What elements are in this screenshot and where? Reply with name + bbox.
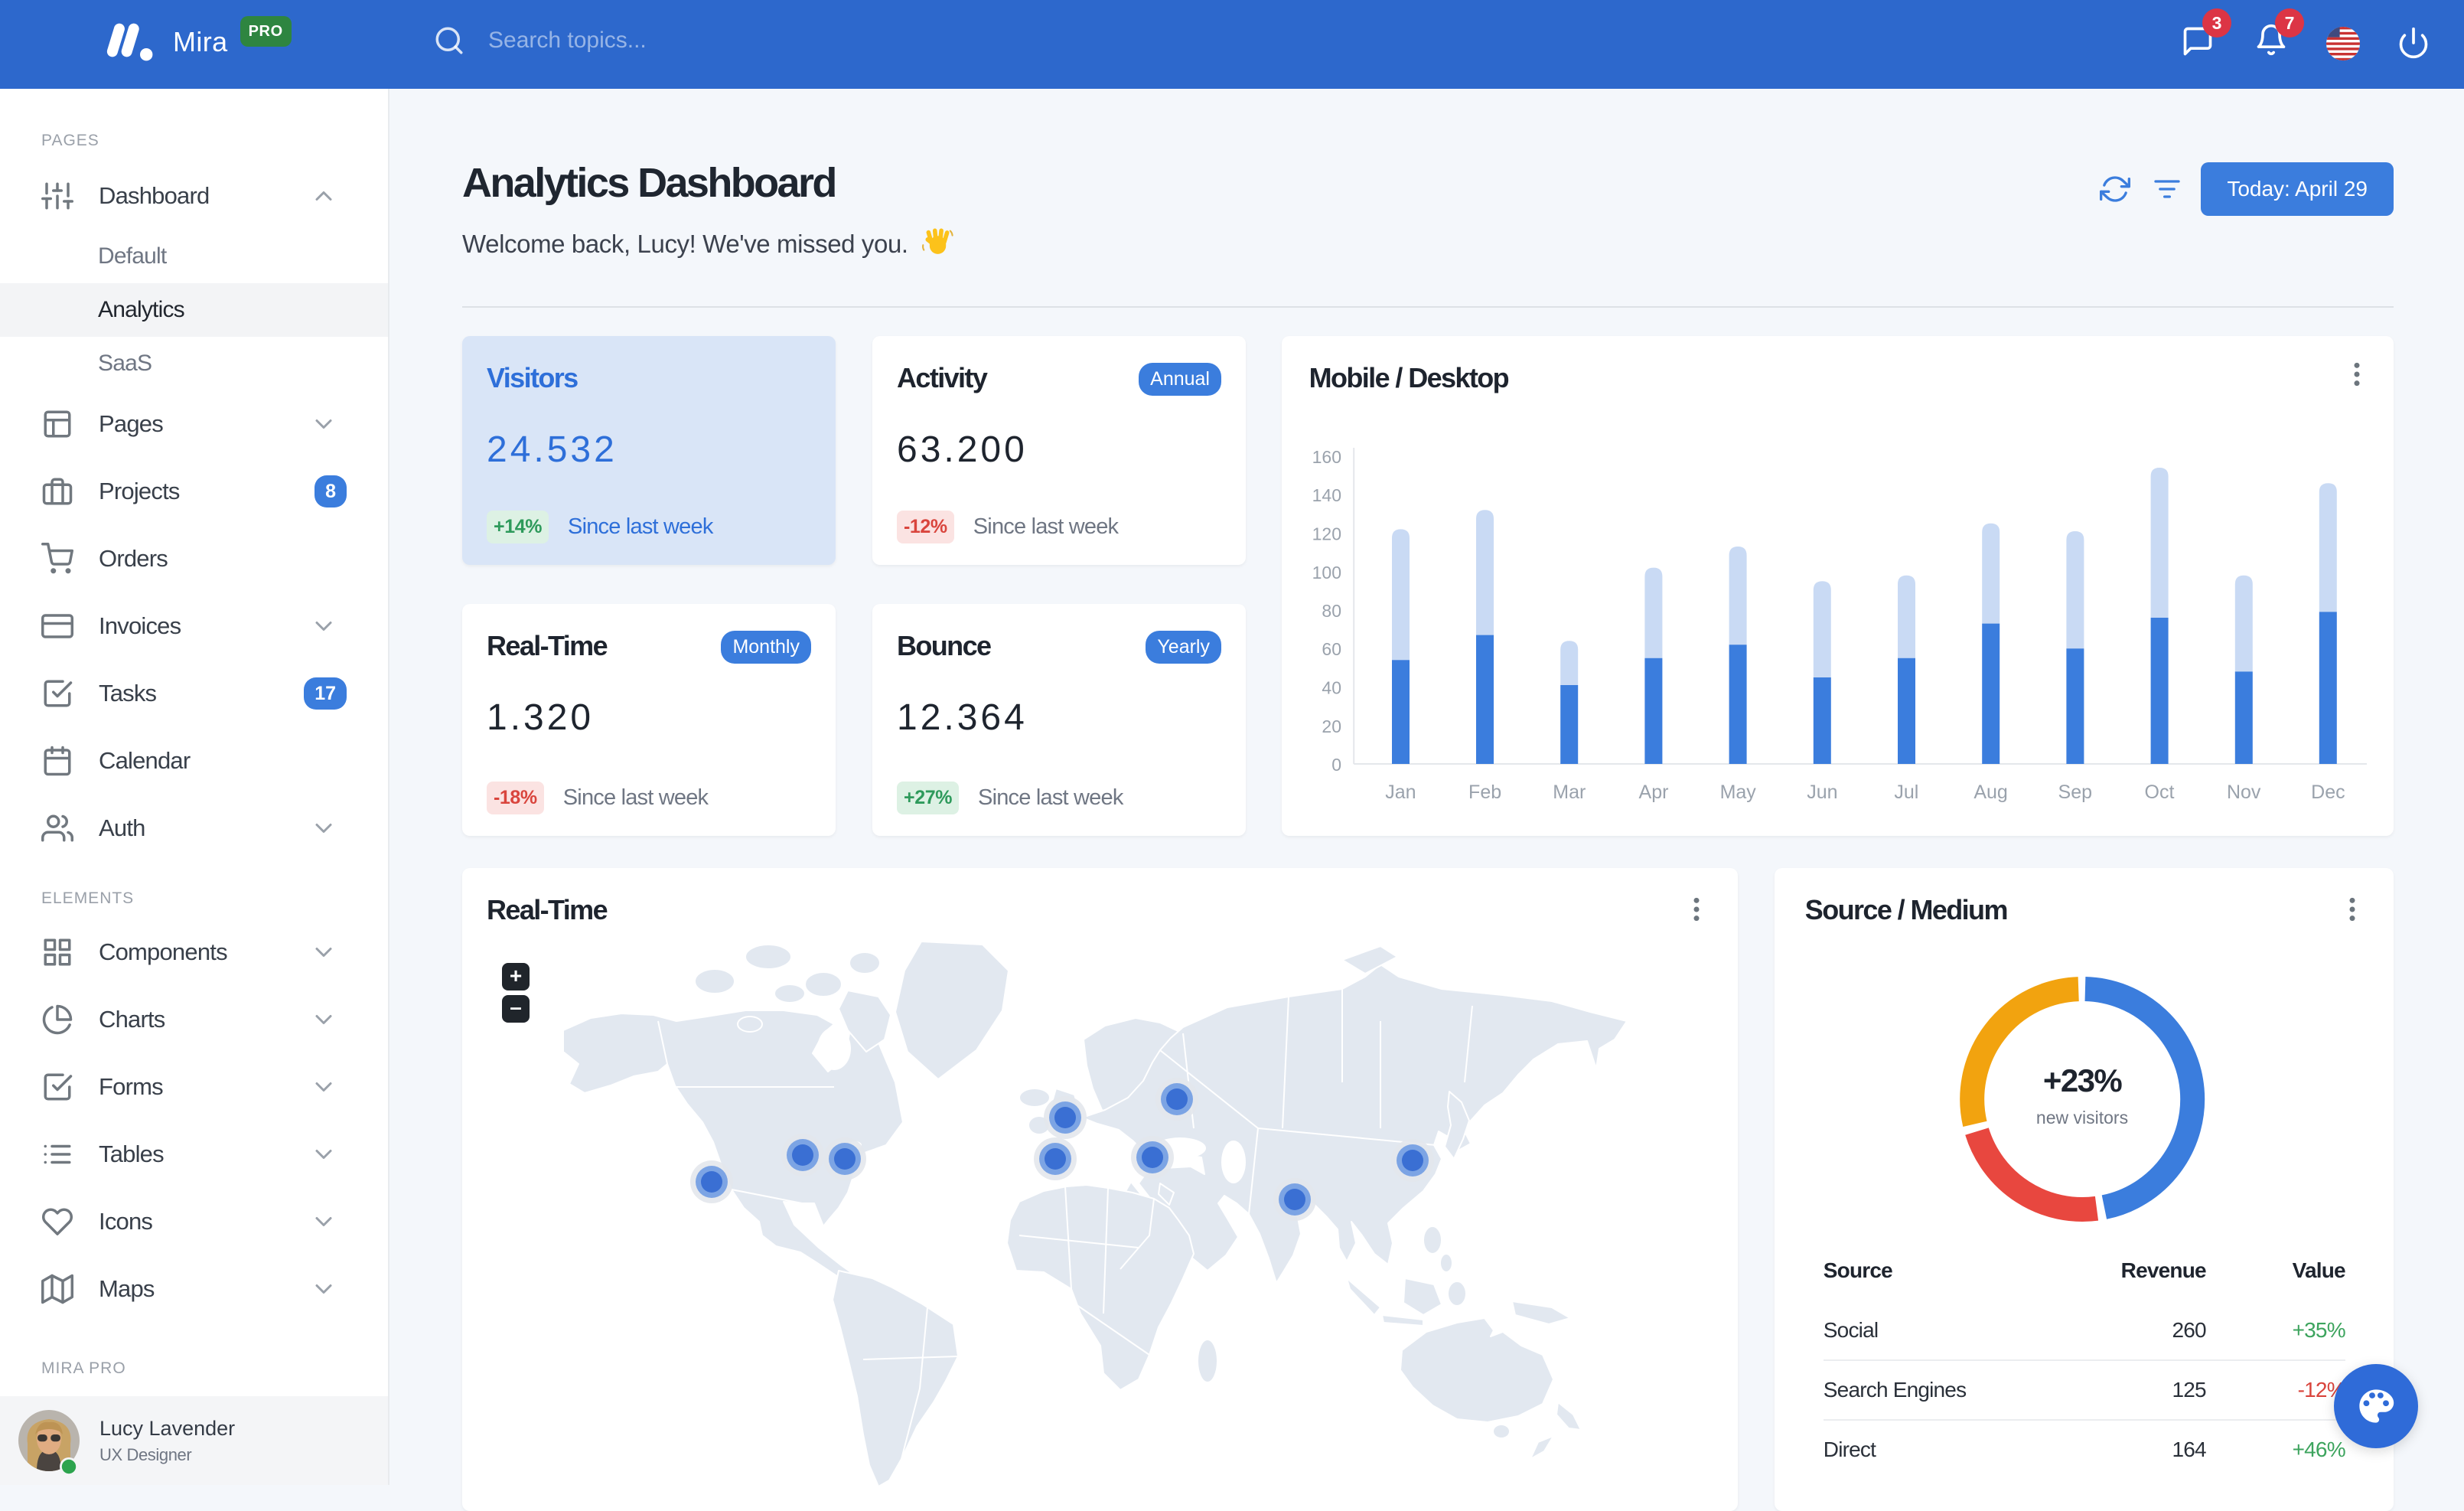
svg-text:Aug: Aug	[1973, 782, 2007, 803]
svg-text:Sep: Sep	[2058, 782, 2091, 803]
svg-text:Oct: Oct	[2144, 782, 2174, 803]
svg-text:Mar: Mar	[1553, 782, 1586, 803]
svg-text:120: 120	[1312, 524, 1341, 543]
svg-text:Dec: Dec	[2311, 782, 2345, 803]
svg-text:0: 0	[1331, 755, 1341, 775]
svg-text:Jan: Jan	[1385, 782, 1416, 803]
svg-text:Nov: Nov	[2227, 782, 2261, 803]
svg-text:May: May	[1719, 782, 1756, 803]
svg-text:20: 20	[1322, 716, 1341, 736]
svg-text:60: 60	[1322, 639, 1341, 659]
svg-text:140: 140	[1312, 485, 1341, 505]
svg-text:Jul: Jul	[1894, 782, 1918, 803]
svg-text:+23%: +23%	[2043, 1062, 2122, 1098]
svg-text:100: 100	[1312, 563, 1341, 583]
svg-text:40: 40	[1322, 677, 1341, 697]
svg-text:Apr: Apr	[1638, 782, 1668, 803]
svg-text:new visitors: new visitors	[2036, 1108, 2128, 1128]
svg-text:80: 80	[1322, 601, 1341, 621]
svg-text:Jun: Jun	[1807, 782, 1837, 803]
svg-text:160: 160	[1312, 447, 1341, 467]
svg-text:Feb: Feb	[1468, 782, 1501, 803]
